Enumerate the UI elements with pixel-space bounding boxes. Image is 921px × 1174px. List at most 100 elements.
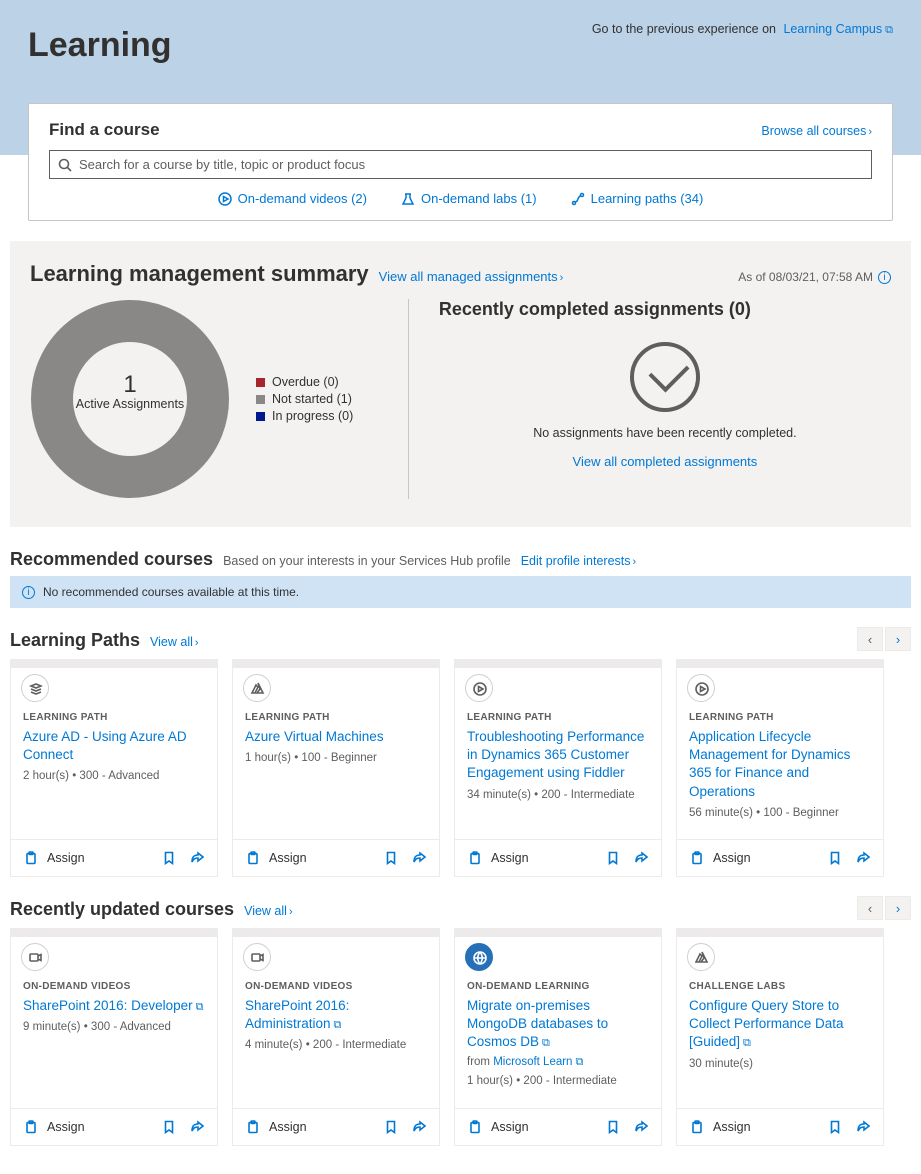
bookmark-button[interactable] — [159, 848, 179, 868]
recent-title: Recently completed assignments (0) — [439, 299, 891, 320]
assign-button[interactable]: Assign — [687, 1117, 751, 1137]
clipboard-icon — [243, 1117, 263, 1137]
bookmark-button[interactable] — [603, 848, 623, 868]
recent-next-button[interactable]: › — [885, 896, 911, 920]
share-button[interactable] — [187, 848, 207, 868]
find-course-title: Find a course — [49, 120, 160, 140]
card-type-icon — [465, 943, 493, 971]
card-from: from Microsoft Learn⧉ — [467, 1056, 649, 1069]
assign-button[interactable]: Assign — [465, 1117, 529, 1137]
swatch-inprogress — [256, 412, 265, 421]
filter-paths[interactable]: Learning paths (34) — [571, 191, 704, 206]
card-type-label: LEARNING PATH — [689, 712, 871, 723]
course-card: ON-DEMAND VIDEOS SharePoint 2016: Admini… — [232, 928, 440, 1146]
learning-paths-viewall-link[interactable]: View all› — [150, 635, 199, 649]
assign-button[interactable]: Assign — [21, 848, 85, 868]
find-course-card: Find a course Browse all courses› On-dem… — [28, 103, 893, 221]
edit-profile-link[interactable]: Edit profile interests› — [521, 554, 636, 568]
summary-right: Recently completed assignments (0) No as… — [409, 299, 891, 499]
card-topbar — [677, 660, 883, 668]
filter-videos[interactable]: On-demand videos (2) — [218, 191, 367, 206]
card-type-icon — [687, 943, 715, 971]
external-link-icon: ⧉ — [885, 24, 893, 37]
card-type-icon — [465, 674, 493, 702]
share-button[interactable] — [631, 1117, 651, 1137]
card-title-link[interactable]: Migrate on-premises MongoDB databases to… — [467, 998, 608, 1049]
card-meta: 9 minute(s) • 300 - Advanced — [23, 1021, 205, 1033]
card-meta: 4 minute(s) • 200 - Intermediate — [245, 1039, 427, 1051]
bookmark-button[interactable] — [825, 848, 845, 868]
share-button[interactable] — [409, 1117, 429, 1137]
info-icon[interactable]: i — [878, 271, 891, 284]
bookmark-button[interactable] — [159, 1117, 179, 1137]
learning-campus-link[interactable]: Learning Campus⧉ — [783, 22, 893, 36]
summary-left: 1 Active Assignments Overdue (0) Not sta… — [30, 299, 409, 499]
clipboard-icon — [465, 848, 485, 868]
card-title-link[interactable]: Application Lifecycle Management for Dyn… — [689, 729, 850, 799]
recent-card-row: ON-DEMAND VIDEOS SharePoint 2016: Develo… — [10, 928, 911, 1146]
card-meta: 30 minute(s) — [689, 1058, 871, 1070]
clipboard-icon — [687, 1117, 707, 1137]
share-button[interactable] — [853, 848, 873, 868]
recent-empty-msg: No assignments have been recently comple… — [439, 426, 891, 440]
card-title-link[interactable]: Troubleshooting Performance in Dynamics … — [467, 729, 644, 780]
card-type-icon — [243, 674, 271, 702]
course-card: CHALLENGE LABS Configure Query Store to … — [676, 928, 884, 1146]
learning-paths-title: Learning Paths — [10, 630, 140, 651]
paths-card-row: LEARNING PATH Azure AD - Using Azure AD … — [10, 659, 911, 877]
learning-paths-section: Learning Paths View all› ‹ › LEARNING PA… — [10, 630, 911, 877]
recommended-empty-banner: i No recommended courses available at th… — [10, 576, 911, 608]
assign-button[interactable]: Assign — [243, 1117, 307, 1137]
share-button[interactable] — [631, 848, 651, 868]
view-completed-link[interactable]: View all completed assignments — [439, 454, 891, 469]
recent-prev-button[interactable]: ‹ — [857, 896, 883, 920]
bookmark-button[interactable] — [603, 1117, 623, 1137]
card-title-link[interactable]: SharePoint 2016: Developer⧉ — [23, 998, 203, 1013]
card-meta: 56 minute(s) • 100 - Beginner — [689, 807, 871, 819]
filter-labs[interactable]: On-demand labs (1) — [401, 191, 537, 206]
card-from-link[interactable]: Microsoft Learn⧉ — [493, 1056, 583, 1068]
assign-button[interactable]: Assign — [21, 1117, 85, 1137]
search-input[interactable] — [79, 157, 863, 172]
share-button[interactable] — [187, 1117, 207, 1137]
assign-button[interactable]: Assign — [243, 848, 307, 868]
course-card: ON-DEMAND LEARNING Migrate on-premises M… — [454, 928, 662, 1146]
browse-all-courses-link[interactable]: Browse all courses› — [761, 124, 872, 138]
paths-prev-button[interactable]: ‹ — [857, 627, 883, 651]
assign-button[interactable]: Assign — [687, 848, 751, 868]
card-type-label: LEARNING PATH — [245, 712, 427, 723]
clipboard-icon — [687, 848, 707, 868]
view-managed-link[interactable]: View all managed assignments› — [379, 269, 564, 284]
search-input-wrap[interactable] — [49, 150, 872, 179]
donut-legend: Overdue (0) Not started (1) In progress … — [256, 372, 353, 426]
bookmark-button[interactable] — [825, 1117, 845, 1137]
assign-button[interactable]: Assign — [465, 848, 529, 868]
donut-label: Active Assignments — [30, 397, 230, 411]
recent-courses-viewall-link[interactable]: View all› — [244, 904, 293, 918]
legend-notstarted: Not started (1) — [272, 392, 352, 406]
course-card: LEARNING PATH Azure AD - Using Azure AD … — [10, 659, 218, 877]
card-meta: 2 hour(s) • 300 - Advanced — [23, 770, 205, 782]
external-link-icon: ⧉ — [334, 1018, 342, 1033]
card-topbar — [11, 929, 217, 937]
card-title-link[interactable]: Azure AD - Using Azure AD Connect — [23, 729, 187, 762]
recent-pager: ‹ › — [857, 896, 911, 920]
paths-next-button[interactable]: › — [885, 627, 911, 651]
card-title-link[interactable]: Configure Query Store to Collect Perform… — [689, 998, 844, 1049]
external-link-icon: ⧉ — [743, 1036, 751, 1051]
play-icon — [218, 192, 232, 206]
card-title-link[interactable]: Azure Virtual Machines — [245, 729, 384, 744]
flask-icon — [401, 192, 415, 206]
search-icon — [58, 158, 72, 172]
swatch-notstarted — [256, 395, 265, 404]
bookmark-button[interactable] — [381, 1117, 401, 1137]
recent-courses-title: Recently updated courses — [10, 899, 234, 920]
donut-number: 1 — [30, 371, 230, 399]
share-button[interactable] — [409, 848, 429, 868]
bookmark-button[interactable] — [381, 848, 401, 868]
card-title-link[interactable]: SharePoint 2016: Administration⧉ — [245, 998, 349, 1031]
card-topbar — [233, 660, 439, 668]
card-meta: 1 hour(s) • 200 - Intermediate — [467, 1075, 649, 1087]
filter-row: On-demand videos (2) On-demand labs (1) … — [49, 191, 872, 206]
share-button[interactable] — [853, 1117, 873, 1137]
